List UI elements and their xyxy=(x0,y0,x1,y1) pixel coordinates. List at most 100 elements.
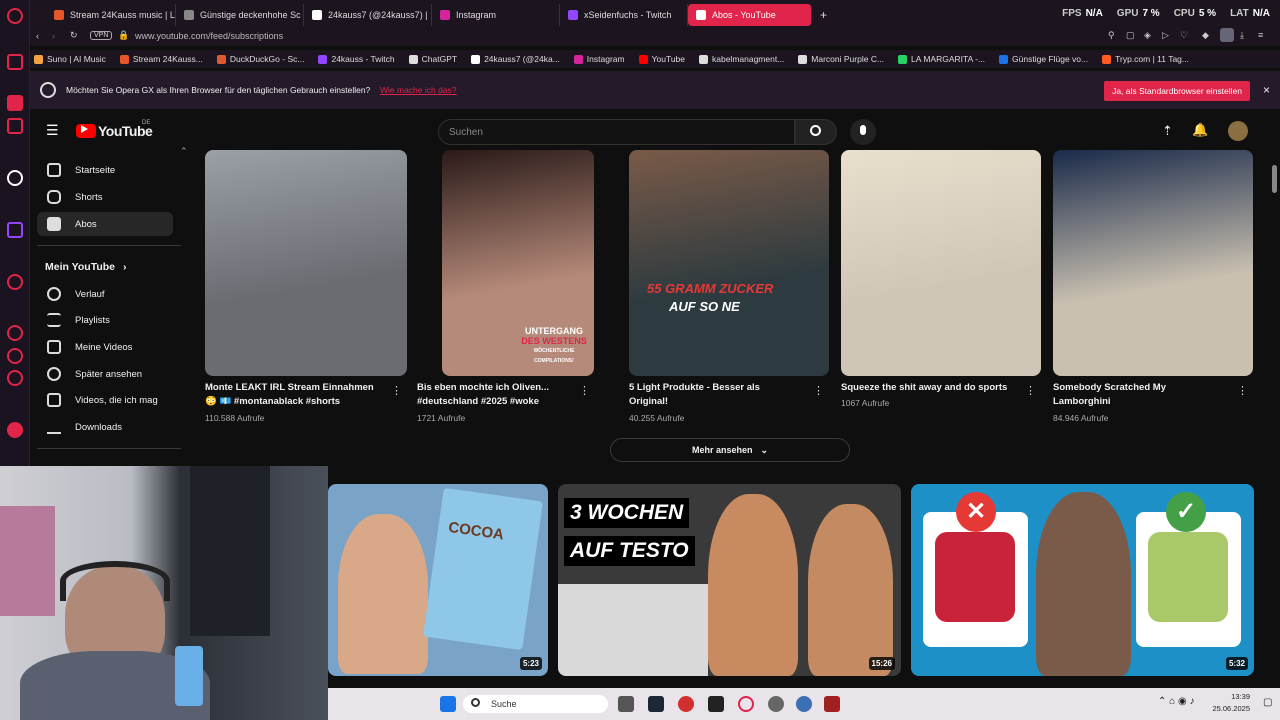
guide-item-verlauf[interactable]: Verlauf xyxy=(37,282,173,306)
guide-item-shorts[interactable]: Shorts xyxy=(37,185,173,209)
short-thumbnail[interactable] xyxy=(841,150,1041,376)
show-more-button[interactable]: Mehr ansehen ⌄ xyxy=(610,438,850,462)
bookmark-item[interactable]: YouTube xyxy=(638,54,685,64)
tab-youtube-abos[interactable]: Abos - YouTube xyxy=(688,4,812,26)
more-actions-icon[interactable]: ⋮ xyxy=(391,384,402,397)
steam-icon[interactable] xyxy=(648,696,664,712)
opera-logo-icon[interactable] xyxy=(7,8,23,24)
banner-help-link[interactable]: Wie mache ich das? xyxy=(380,85,457,95)
account-avatar[interactable] xyxy=(1228,121,1248,141)
start-icon[interactable] xyxy=(440,696,456,712)
task-view-icon[interactable] xyxy=(618,696,634,712)
new-tab-button[interactable]: + xyxy=(812,4,834,26)
notification-center-icon[interactable]: ▢ xyxy=(1263,697,1272,708)
voice-search-button[interactable] xyxy=(850,119,876,145)
short-title[interactable]: Bis eben mochte ich Oliven... #deutschlan… xyxy=(417,381,575,409)
more-actions-icon[interactable]: ⋮ xyxy=(813,384,824,397)
tab-deckenhohe[interactable]: Günstige deckenhohe Sc xyxy=(176,4,304,26)
vpn-badge[interactable]: VPN xyxy=(90,31,113,40)
clock-time[interactable]: 13:39 xyxy=(1210,692,1250,701)
guide-item-abos[interactable]: Abos xyxy=(37,212,173,236)
short-title[interactable]: 5 Light Produkte - Besser als Original! xyxy=(629,381,809,409)
history-sidebar-icon[interactable] xyxy=(7,325,23,341)
snapshot-icon[interactable]: ▢ xyxy=(1126,30,1135,41)
video-thumbnail[interactable]: 3 WOCHEN AUF TESTO 15:26 xyxy=(558,484,901,676)
bookmark-item[interactable]: Tryp.com | 11 Tag... xyxy=(1102,54,1189,64)
shield-icon[interactable]: ◈ xyxy=(1144,30,1151,41)
bookmark-item[interactable]: 24kauss - Twitch xyxy=(318,54,395,64)
profile-avatar[interactable] xyxy=(1220,28,1234,42)
bookmark-item[interactable]: LA MARGARITA -... xyxy=(898,54,985,64)
guide-menu-icon[interactable]: ☰ xyxy=(46,122,59,139)
guide-section-mein-youtube[interactable]: Mein YouTube › xyxy=(37,255,173,279)
extensions-icon[interactable] xyxy=(7,348,23,364)
guide-item-spaeter-ansehen[interactable]: Später ansehen xyxy=(37,362,173,386)
url-field[interactable]: www.youtube.com/feed/subscriptions xyxy=(135,31,283,41)
guide-item-startseite[interactable]: Startseite xyxy=(37,158,173,182)
heart-icon[interactable]: ♡ xyxy=(1180,30,1188,41)
extensions-puzzle-icon[interactable]: ◆ xyxy=(1202,30,1209,41)
play-icon[interactable]: ▷ xyxy=(1162,30,1169,41)
bookmark-item[interactable]: DuckDuckGo - Sc... xyxy=(216,54,304,64)
banner-close-icon[interactable]: × xyxy=(1263,83,1270,97)
short-title[interactable]: Somebody Scratched My Lamborghini xyxy=(1053,381,1233,409)
more-actions-icon[interactable]: ⋮ xyxy=(1025,384,1036,397)
search-button[interactable] xyxy=(795,119,837,145)
short-title[interactable]: Monte LEAKT IRL Stream Einnahmen 😳 💶 #mon… xyxy=(205,381,387,409)
app-box-icon[interactable] xyxy=(824,696,840,712)
page-scrollbar[interactable] xyxy=(1272,165,1277,193)
upload-icon[interactable]: ⇡ xyxy=(1162,123,1173,139)
video-thumbnail[interactable]: ✕ ✓ 5:32 xyxy=(911,484,1254,676)
easy-setup-icon[interactable]: ≡ xyxy=(1258,30,1263,40)
youtube-sidebar-icon[interactable] xyxy=(7,422,23,438)
speed-dial-icon[interactable] xyxy=(7,54,23,70)
pin-icon[interactable]: ⚲ xyxy=(1108,30,1115,41)
short-thumbnail[interactable]: 55 GRAMM ZUCKER AUF SO NE xyxy=(629,150,829,376)
clock-date[interactable]: 25.06.2025 xyxy=(1198,704,1250,713)
player-icon[interactable] xyxy=(7,274,23,290)
taskbar-search[interactable]: Suche xyxy=(463,695,608,713)
forward-icon[interactable]: › xyxy=(52,31,55,41)
short-thumbnail[interactable] xyxy=(205,150,407,376)
guide-item-playlists[interactable]: Playlists xyxy=(37,308,173,332)
bookmark-item[interactable]: kabelmanagment... xyxy=(699,54,784,64)
bookmark-item[interactable]: ChatGPT xyxy=(408,54,457,64)
back-icon[interactable]: ‹ xyxy=(36,31,39,41)
gx-corner-icon[interactable] xyxy=(7,118,23,134)
tray-icons[interactable]: ⌃ ⌂ ◉ ♪ xyxy=(1158,696,1194,707)
app-red-icon[interactable] xyxy=(678,696,694,712)
tab-instagram[interactable]: Instagram xyxy=(432,4,560,26)
guide-item-liked[interactable]: Videos, die ich mag xyxy=(37,388,173,412)
short-thumbnail[interactable]: UNTERGANG DES WESTENS WÖCHENTLICHE COMPILA… xyxy=(442,150,594,376)
search-input[interactable]: Suchen xyxy=(438,119,795,145)
more-actions-icon[interactable]: ⋮ xyxy=(1237,384,1248,397)
tab-tiktok[interactable]: 24kauss7 (@24kauss7) | xyxy=(304,4,432,26)
app-gray-icon[interactable] xyxy=(768,696,784,712)
settings-gear-icon[interactable] xyxy=(796,696,812,712)
gx-control-icon[interactable] xyxy=(7,95,23,111)
opera-gx-icon[interactable] xyxy=(738,696,754,712)
bookmark-item[interactable]: Instagram xyxy=(573,54,625,64)
short-title[interactable]: Squeeze the shit away and do sports xyxy=(841,381,1021,395)
guide-item-downloads[interactable]: Downloads xyxy=(37,415,173,439)
tiktok-icon[interactable] xyxy=(7,170,23,186)
reload-icon[interactable]: ↻ xyxy=(70,30,78,41)
tab-twitch[interactable]: xSeidenfuchs - Twitch xyxy=(560,4,688,26)
more-actions-icon[interactable]: ⋮ xyxy=(579,384,590,397)
guide-scroll-up-icon[interactable]: ⌃ xyxy=(180,146,188,157)
set-default-button[interactable]: Ja, als Standardbrowser einstellen xyxy=(1104,81,1250,101)
bookmark-item[interactable]: Günstige Flüge vo... xyxy=(999,54,1088,64)
settings-icon[interactable] xyxy=(7,370,23,386)
tab-stream-24kauss[interactable]: Stream 24Kauss music | L xyxy=(46,4,176,26)
bookmark-item[interactable]: Marconi Purple C... xyxy=(798,54,884,64)
bookmark-item[interactable]: Stream 24Kauss... xyxy=(119,54,203,64)
video-thumbnail[interactable]: COCOA 5:23 xyxy=(328,484,548,676)
bookmark-item[interactable]: Suno | AI Music xyxy=(34,54,106,64)
bookmark-item[interactable]: 24kauss7 (@24ka... xyxy=(471,54,560,64)
twitch-icon[interactable] xyxy=(7,222,23,238)
tab-menu-icon[interactable] xyxy=(30,4,46,26)
notifications-bell-icon[interactable]: 🔔 xyxy=(1192,122,1208,138)
short-thumbnail[interactable] xyxy=(1053,150,1253,376)
download-bar-icon[interactable]: ⤓ xyxy=(1240,30,1244,41)
guide-item-meine-videos[interactable]: Meine Videos xyxy=(37,335,173,359)
